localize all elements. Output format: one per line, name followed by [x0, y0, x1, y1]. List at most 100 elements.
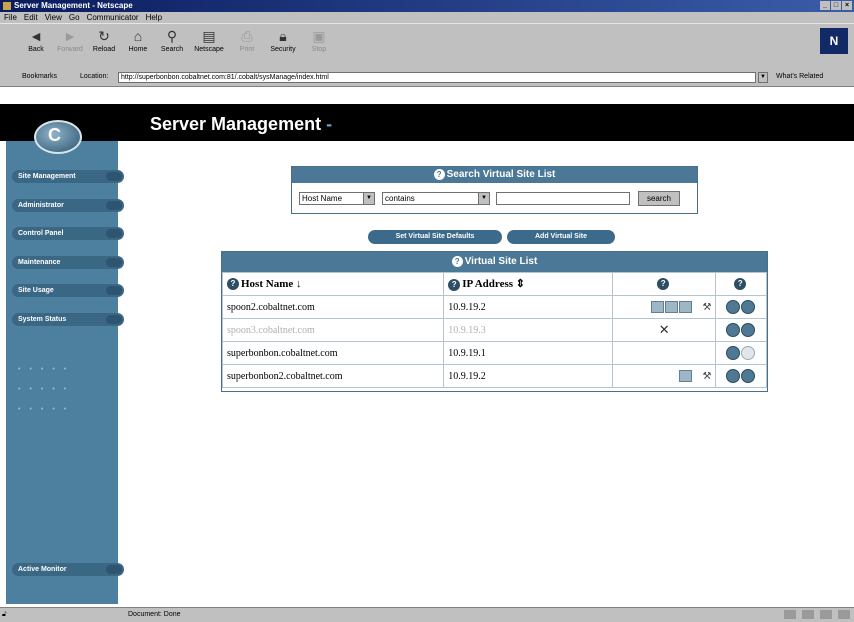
minimize-icon[interactable]: _	[820, 1, 830, 10]
status-bar: 🔓︎ Document: Done	[0, 607, 854, 622]
actions-cell	[715, 364, 767, 388]
stop-button[interactable]: ▣ Stop	[304, 27, 334, 53]
edit-site-icon[interactable]	[726, 346, 741, 360]
menu-help[interactable]: Help	[146, 12, 162, 23]
virtual-site-list-panel: ? Virtual Site List ? Host Name ↓ ? IP Addr…	[221, 251, 768, 392]
reload-button[interactable]: ↻ Reload	[89, 27, 119, 53]
sort-toggle-icon[interactable]: ⇕	[516, 278, 525, 290]
ftp-service-icon[interactable]	[664, 301, 678, 313]
help-icon[interactable]: ?	[657, 278, 670, 291]
mail-icon[interactable]	[802, 610, 814, 619]
nav-maintenance[interactable]: Maintenance	[12, 256, 124, 269]
sort-down-icon[interactable]: ↓	[296, 278, 302, 290]
mail-service-icon[interactable]	[678, 301, 692, 313]
wrench-icon[interactable]: ⚒	[703, 302, 712, 313]
chevron-down-icon: ▼	[478, 193, 489, 204]
security-button[interactable]: 🔒︎ Security	[268, 27, 298, 53]
url-field[interactable]: http://superbonbon.cobaltnet.com:81/.cob…	[118, 72, 756, 83]
ip-address-cell: 10.9.19.3	[443, 318, 613, 342]
nav-site-management[interactable]: Site Management	[12, 170, 124, 183]
menu-edit[interactable]: Edit	[24, 12, 38, 23]
add-virtual-site-button[interactable]: Add Virtual Site	[507, 230, 615, 244]
netscape-logo[interactable]: N	[820, 28, 848, 54]
column-ip-address[interactable]: ? IP Address ⇕	[443, 272, 613, 296]
back-button[interactable]: ◄ Back	[21, 27, 51, 53]
services-cell	[611, 341, 717, 365]
page-title-suffix: -	[326, 114, 333, 134]
wrench-icon[interactable]: ⚒	[703, 371, 712, 382]
search-icon: ⚲	[166, 28, 178, 44]
nav-administrator[interactable]: Administrator	[12, 199, 124, 212]
security-status-icon[interactable]: 🔓︎	[2, 611, 7, 619]
set-virtual-site-defaults-button[interactable]: Set Virtual Site Defaults	[368, 230, 502, 244]
ip-address-cell: 10.9.19.2	[443, 295, 613, 319]
nav-control-panel[interactable]: Control Panel	[12, 227, 124, 240]
whats-related-button[interactable]: What's Related	[776, 73, 823, 80]
location-bar: Bookmarks Location: http://superbonbon.c…	[0, 70, 854, 87]
search-panel-header: ? Search Virtual Site List	[292, 167, 697, 183]
forward-arrow-icon: ►	[63, 28, 77, 44]
search-submit-button[interactable]: search	[638, 191, 680, 206]
forward-button[interactable]: ► Forward	[55, 27, 85, 53]
print-button[interactable]: ⎙ Print	[232, 27, 262, 53]
delete-site-icon[interactable]	[741, 369, 756, 383]
column-host-name[interactable]: ? Host Name ↓	[221, 272, 445, 296]
page-title-text: Server Management	[150, 114, 322, 134]
help-icon[interactable]: ?	[227, 278, 239, 291]
menu-bar: File Edit View Go Communicator Help	[0, 12, 854, 23]
services-cell: ⚒	[611, 295, 717, 319]
services-cell: ✕	[611, 318, 717, 342]
newsgroup-icon[interactable]	[820, 610, 832, 619]
delete-site-icon[interactable]	[741, 300, 756, 314]
edit-site-icon[interactable]	[726, 323, 741, 337]
host-name-cell: spoon2.cobaltnet.com	[221, 295, 445, 319]
virtual-site-list-header: ? Virtual Site List	[222, 252, 767, 272]
url-dropdown-icon[interactable]: ▼	[758, 72, 768, 83]
composer-icon[interactable]	[838, 610, 850, 619]
actions-cell	[715, 341, 767, 365]
mail-service-icon[interactable]	[678, 370, 692, 382]
menu-go[interactable]: Go	[69, 12, 80, 23]
nav-site-usage[interactable]: Site Usage	[12, 284, 124, 297]
host-name-cell: superbonbon.cobaltnet.com	[221, 341, 445, 365]
nav-system-status[interactable]: System Status	[12, 313, 124, 326]
menu-file[interactable]: File	[4, 12, 17, 23]
navigation-toolbar: ◄ Back ► Forward ↻ Reload ⌂ Home ⚲ Search ▤ Ne…	[0, 23, 854, 71]
back-arrow-icon: ◄	[29, 28, 43, 44]
menu-view[interactable]: View	[45, 12, 62, 23]
table-row: superbonbon2.cobaltnet.com 10.9.19.2 ⚒	[221, 364, 767, 388]
component-bar	[784, 610, 850, 619]
column-services: ?	[611, 272, 717, 296]
netscape-button[interactable]: ▤ Netscape	[194, 27, 224, 53]
maximize-icon[interactable]: □	[831, 1, 841, 10]
navigator-icon[interactable]	[784, 610, 796, 619]
chevron-down-icon: ▼	[363, 193, 374, 204]
window-controls: _ □ ×	[820, 1, 852, 10]
host-name-cell: superbonbon2.cobaltnet.com	[221, 364, 445, 388]
ip-address-cell: 10.9.19.1	[443, 341, 613, 365]
print-icon: ⎙	[241, 28, 253, 44]
table-row: spoon2.cobaltnet.com 10.9.19.2 ⚒	[221, 295, 767, 319]
bookmarks-button[interactable]: Bookmarks	[22, 73, 57, 80]
nav-active-monitor[interactable]: Active Monitor	[12, 563, 124, 576]
delete-site-icon[interactable]	[741, 323, 756, 337]
search-operator-select[interactable]: contains ▼	[382, 192, 490, 205]
netscape-app-icon	[3, 2, 11, 10]
help-icon[interactable]: ?	[448, 278, 461, 291]
edit-site-icon[interactable]	[726, 300, 741, 314]
edit-site-icon[interactable]	[726, 369, 741, 383]
search-field-select[interactable]: Host Name ▼	[299, 192, 375, 205]
search-button[interactable]: ⚲ Search	[157, 27, 187, 53]
help-icon[interactable]: ?	[433, 168, 445, 180]
home-icon: ⌂	[133, 28, 143, 44]
help-icon[interactable]: ?	[451, 255, 463, 267]
reload-icon: ↻	[98, 28, 110, 44]
web-service-icon[interactable]	[650, 301, 664, 313]
search-input[interactable]	[496, 192, 630, 205]
help-icon[interactable]: ?	[734, 278, 747, 291]
close-icon[interactable]: ×	[842, 1, 852, 10]
home-button[interactable]: ⌂ Home	[123, 27, 153, 53]
delete-site-disabled-icon	[741, 346, 756, 360]
menu-communicator[interactable]: Communicator	[87, 12, 139, 23]
table-row: spoon3.cobaltnet.com 10.9.19.3 ✕	[221, 318, 767, 342]
